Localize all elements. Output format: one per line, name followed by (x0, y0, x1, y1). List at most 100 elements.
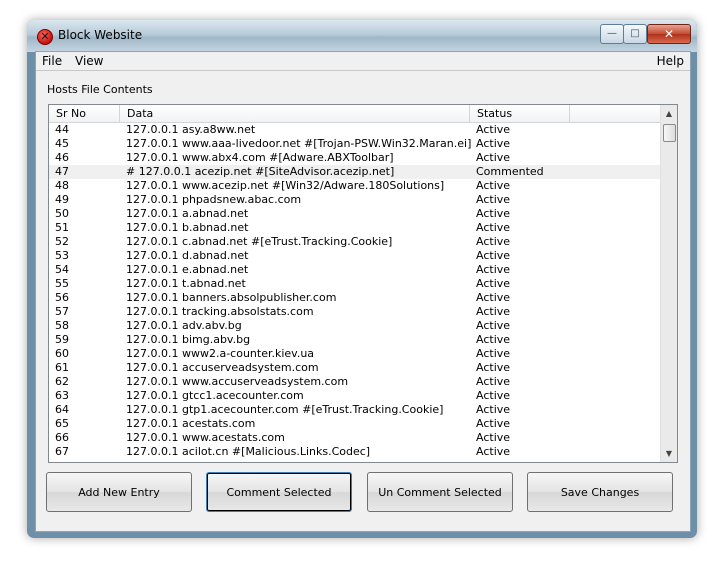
table-row[interactable]: 60 127.0.0.1 www2.a-counter.kiev.ua Active (49, 347, 661, 361)
table-row[interactable]: 48 127.0.0.1 www.acezip.net #[Win32/Adwar… (49, 179, 661, 193)
table-row[interactable]: 64 127.0.0.1 gtp1.acecounter.com #[eTrust… (49, 403, 661, 417)
row-data: 127.0.0.1 e.abnad.net (126, 263, 249, 276)
menu-file[interactable]: File (42, 54, 62, 68)
table-row[interactable]: 59 127.0.0.1 bimg.abv.bg Active (49, 333, 661, 347)
column-header-empty (570, 105, 661, 122)
row-srno: 46 (55, 151, 69, 164)
row-status: Commented (476, 165, 544, 178)
comment-selected-button[interactable]: Comment Selected (206, 472, 352, 512)
table-row[interactable]: 56 127.0.0.1 banners.absolpublisher.com Ac… (49, 291, 661, 305)
table-row[interactable]: 61 127.0.0.1 accuserveadsystem.com Active (49, 361, 661, 375)
row-status: Active (476, 193, 511, 206)
table-row[interactable]: 66 127.0.0.1 www.acestats.com Active (49, 431, 661, 445)
row-data: 127.0.0.1 www.accuserveadsystem.com (126, 375, 349, 388)
row-srno: 47 (55, 165, 69, 178)
hosts-list[interactable]: Sr No Data Status 44 127.0.0.1 asy.a8ww.n… (48, 104, 678, 463)
list-header: Sr No Data Status (49, 105, 661, 123)
column-header-status[interactable]: Status (470, 105, 570, 122)
table-row[interactable]: 54 127.0.0.1 e.abnad.net Active (49, 263, 661, 277)
menu-help[interactable]: Help (657, 54, 684, 68)
row-srno: 45 (55, 137, 69, 150)
row-srno: 61 (55, 361, 69, 374)
row-srno: 52 (55, 235, 69, 248)
table-row[interactable]: 65 127.0.0.1 acestats.com Active (49, 417, 661, 431)
row-status: Active (476, 123, 511, 136)
row-data: 127.0.0.1 asy.a8ww.net (126, 123, 256, 136)
row-status: Active (476, 151, 511, 164)
save-changes-button[interactable]: Save Changes (527, 472, 673, 512)
table-row[interactable]: 67 127.0.0.1 acilot.cn #[Malicious.Links.… (49, 445, 661, 459)
row-status: Active (476, 375, 511, 388)
row-status: Active (476, 305, 511, 318)
row-data: 127.0.0.1 acilot.cn #[Malicious.Links.Co… (126, 445, 371, 458)
row-data: 127.0.0.1 c.abnad.net #[eTrust.Tracking.… (126, 235, 393, 248)
row-srno: 63 (55, 389, 69, 402)
row-data: 127.0.0.1 b.abnad.net (126, 221, 249, 234)
row-status: Active (476, 137, 511, 150)
table-row[interactable]: 49 127.0.0.1 phpadsnew.abac.com Active (49, 193, 661, 207)
table-row[interactable]: 45 127.0.0.1 www.aaa-livedoor.net #[Troja… (49, 137, 661, 151)
table-row[interactable]: 53 127.0.0.1 d.abnad.net Active (49, 249, 661, 263)
row-data: 127.0.0.1 acestats.com (126, 417, 256, 430)
maximize-button[interactable]: □ (623, 24, 647, 44)
add-new-entry-button[interactable]: Add New Entry (46, 472, 192, 512)
row-data: 127.0.0.1 t.abnad.net (126, 277, 246, 290)
minimize-button[interactable]: — (600, 24, 624, 44)
row-status: Active (476, 431, 511, 444)
row-data: 127.0.0.1 www.aaa-livedoor.net #[Trojan-… (126, 137, 472, 150)
row-status: Active (476, 221, 511, 234)
row-status: Active (476, 403, 511, 416)
row-data: 127.0.0.1 adv.abv.bg (126, 319, 242, 332)
row-data: 127.0.0.1 d.abnad.net (126, 249, 249, 262)
table-row[interactable]: 47 # 127.0.0.1 acezip.net #[SiteAdvisor.a… (49, 165, 661, 179)
row-data: 127.0.0.1 gtcc1.acecounter.com (126, 389, 304, 402)
row-srno: 57 (55, 305, 69, 318)
row-srno: 53 (55, 249, 69, 262)
scroll-down-icon[interactable]: ▼ (661, 445, 677, 462)
row-srno: 67 (55, 445, 69, 458)
table-row[interactable]: 44 127.0.0.1 asy.a8ww.net Active (49, 123, 661, 137)
menu-view[interactable]: View (75, 54, 103, 68)
menu-bar: File View Help (36, 52, 690, 71)
row-status: Active (476, 249, 511, 262)
vertical-scrollbar[interactable]: ▲ ▼ (660, 105, 677, 462)
row-srno: 58 (55, 319, 69, 332)
table-row[interactable]: 50 127.0.0.1 a.abnad.net Active (49, 207, 661, 221)
row-data: 127.0.0.1 www.abx4.com #[Adware.ABXToolb… (126, 151, 394, 164)
scroll-up-icon[interactable]: ▲ (661, 105, 677, 122)
block-icon: ✕ (37, 29, 53, 45)
row-srno: 54 (55, 263, 69, 276)
row-data: 127.0.0.1 phpadsnew.abac.com (126, 193, 302, 206)
table-row[interactable]: 58 127.0.0.1 adv.abv.bg Active (49, 319, 661, 333)
row-status: Active (476, 389, 511, 402)
row-status: Active (476, 235, 511, 248)
uncomment-selected-button[interactable]: Un Comment Selected (367, 472, 513, 512)
row-srno: 66 (55, 431, 69, 444)
column-header-srno[interactable]: Sr No (49, 105, 120, 122)
close-button[interactable]: ✕ (647, 24, 691, 44)
row-srno: 62 (55, 375, 69, 388)
scrollbar-thumb[interactable] (663, 124, 676, 142)
row-srno: 59 (55, 333, 69, 346)
table-row[interactable]: 46 127.0.0.1 www.abx4.com #[Adware.ABXToo… (49, 151, 661, 165)
table-row[interactable]: 62 127.0.0.1 www.accuserveadsystem.com Act… (49, 375, 661, 389)
row-srno: 65 (55, 417, 69, 430)
row-data: 127.0.0.1 www.acestats.com (126, 431, 285, 444)
column-header-data[interactable]: Data (120, 105, 470, 122)
table-row[interactable]: 51 127.0.0.1 b.abnad.net Active (49, 221, 661, 235)
row-data: 127.0.0.1 a.abnad.net (126, 207, 249, 220)
table-row[interactable]: 57 127.0.0.1 tracking.absolstats.com Activ… (49, 305, 661, 319)
row-data: 127.0.0.1 tracking.absolstats.com (126, 305, 314, 318)
row-status: Active (476, 207, 511, 220)
row-srno: 60 (55, 347, 69, 360)
row-data: # 127.0.0.1 acezip.net #[SiteAdvisor.ace… (126, 165, 395, 178)
row-status: Active (476, 445, 511, 458)
table-row[interactable]: 52 127.0.0.1 c.abnad.net #[eTrust.Trackin… (49, 235, 661, 249)
row-data: 127.0.0.1 bimg.abv.bg (126, 333, 251, 346)
row-srno: 44 (55, 123, 69, 136)
table-row[interactable]: 63 127.0.0.1 gtcc1.acecounter.com Active (49, 389, 661, 403)
table-row[interactable]: 55 127.0.0.1 t.abnad.net Active (49, 277, 661, 291)
row-srno: 56 (55, 291, 69, 304)
title-bar[interactable]: ✕ Block Website — □ ✕ (27, 20, 697, 52)
row-status: Active (476, 179, 511, 192)
